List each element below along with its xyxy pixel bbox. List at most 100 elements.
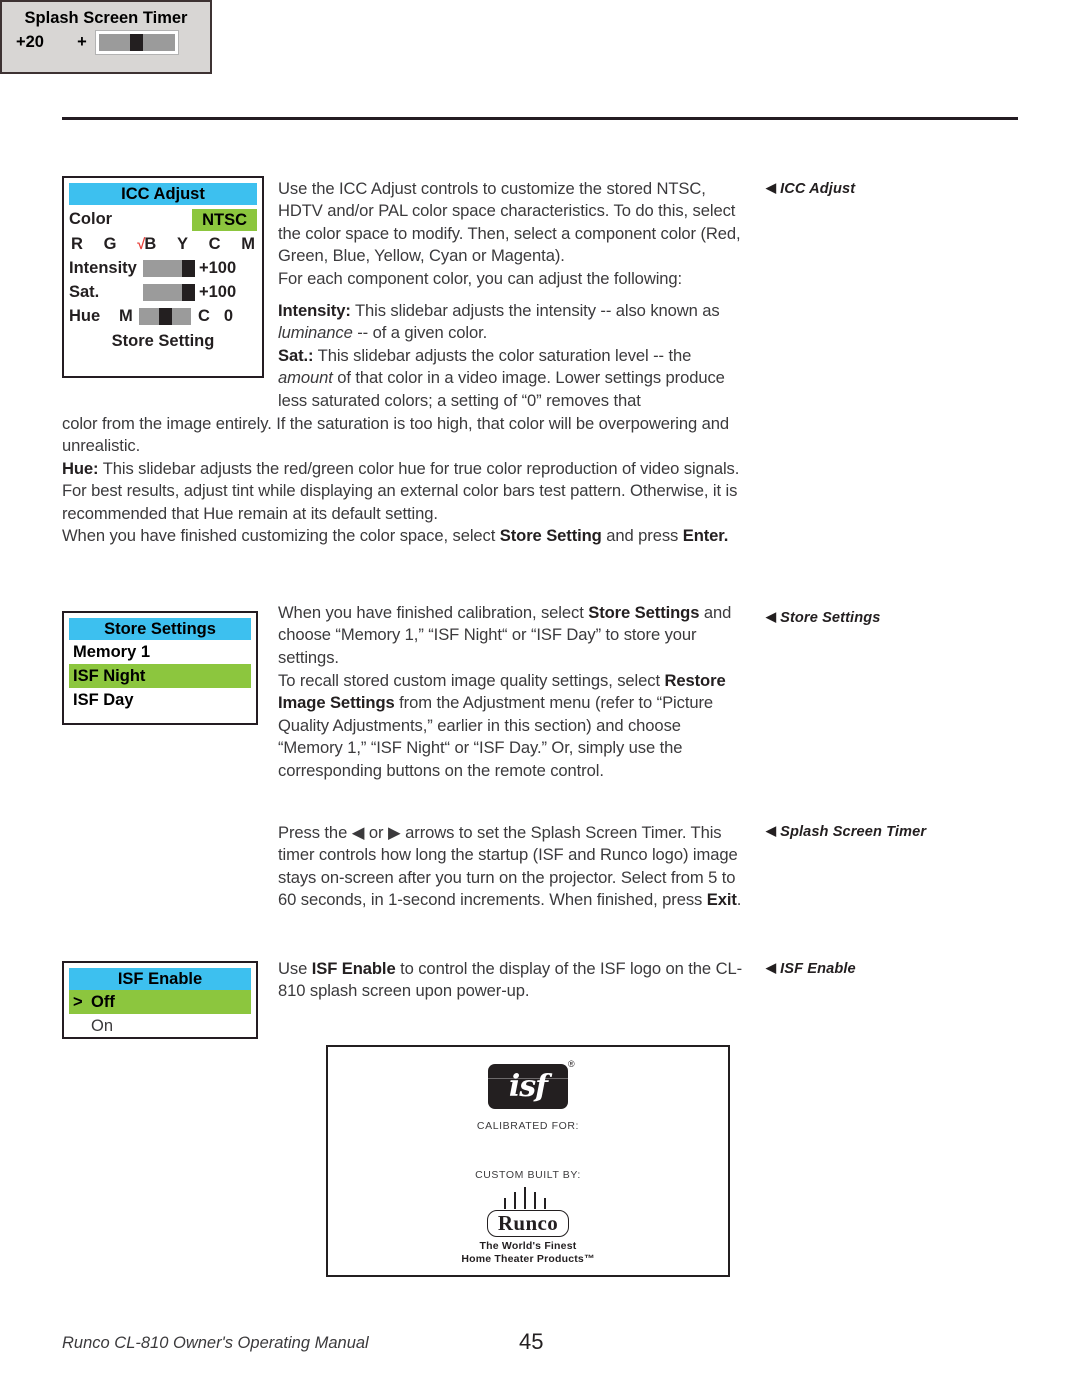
isf-logo-icon: isf [488,1064,568,1109]
sat-term: Sat.: [278,346,314,365]
component-g[interactable]: G [104,235,117,254]
callout-icc-adjust: ◀ ICC Adjust [766,180,855,197]
component-b: B [144,234,157,253]
splash-screen-timer-row: +20 + [8,29,204,55]
callout-arrow-icon: ◀ [766,960,777,975]
saturation-slider[interactable] [143,283,195,301]
splash-text-a: Press the [278,823,352,842]
icc-color-value[interactable]: NTSC [192,208,257,231]
store-settings-osd-menu: Store Settings Memory 1 ISF Night ISF Da… [62,611,258,725]
callout-store-settings-label: Store Settings [780,610,881,626]
store-settings-text-a: When you have finished calibration, sele… [278,603,589,622]
splash-text-or: or [364,823,388,842]
paragraph-icc-intro: Use the ICC Adjust controls to customize… [278,179,741,266]
sat-text-b: of that color in a video image. Lower se… [278,368,725,410]
saturation-label: Sat. [69,282,100,301]
footer-manual-title: Runco CL-810 Owner's Operating Manual [62,1334,369,1352]
runco-logo: Runco The World's Finest Home Theater Pr… [453,1187,603,1266]
callout-arrow-icon: ◀ [766,609,777,624]
callout-splash-screen-timer: ◀ Splash Screen Timer [766,823,927,840]
footer-page-number: 45 [519,1329,544,1354]
callout-isf-enable-label: ISF Enable [780,961,856,977]
icc-adjust-osd-menu: ICC Adjust Color NTSC R G √B Y C M Inten… [62,176,264,378]
isf-text-a: Use [278,959,312,978]
store-settings-title: Store Settings [69,618,251,640]
intensity-text-b: -- of a given color. [352,323,488,343]
saturation-slider-thumb[interactable] [182,283,195,301]
icc-saturation-row: Sat. +100 [69,280,257,304]
runco-tagline-line2: Home Theater Products™ [461,1253,595,1265]
callout-arrow-icon: ◀ [766,823,777,838]
isf-logo-text: isf [508,1069,548,1104]
splash-timer-plus[interactable]: + [68,30,96,54]
hue-slider[interactable] [139,307,191,325]
component-c[interactable]: C [209,235,221,254]
splash-timer-value: +20 [16,33,44,51]
paragraph-restore-image-settings: To recall stored custom image quality se… [278,670,748,782]
intensity-label: Intensity [69,258,137,277]
isf-enable-title: ISF Enable [69,968,251,990]
isf-enable-term: ISF Enable [311,959,396,978]
header-rule [62,117,1018,120]
registered-trademark-icon: ® [568,1059,575,1069]
callout-isf-enable: ◀ ISF Enable [766,960,856,977]
store-text-a: When you have finished customizing the c… [62,526,500,545]
hue-value: 0 [223,306,234,325]
isf-enable-osd-menu: ISF Enable > Off On [62,961,258,1039]
splash-timer-slider-thumb[interactable] [130,33,143,51]
intensity-slider[interactable] [143,259,195,277]
luminance-term: luminance [278,323,353,343]
hue-term: Hue: [62,459,99,478]
left-arrow-icon: ◀ [351,823,365,842]
intensity-slider-thumb[interactable] [182,259,195,277]
splash-screen-illustration: isf ® CALIBRATED FOR: CUSTOM BUILT BY: R… [326,1045,730,1277]
callout-splash-screen-timer-label: Splash Screen Timer [780,824,927,840]
splash-text-end: . [736,890,742,910]
hue-left-label: M [119,306,133,325]
exit-term: Exit [706,890,737,910]
intensity-term: Intensity: [278,301,351,320]
component-y[interactable]: Y [177,235,188,254]
amount-term: amount [278,368,333,388]
sat-text-a: This slidebar adjusts the color saturati… [313,346,692,365]
calibrated-for-label: CALIBRATED FOR: [476,1120,580,1132]
store-settings-item-isf-night[interactable]: ISF Night [69,664,251,688]
store-settings-item-memory1[interactable]: Memory 1 [69,640,251,664]
component-b-selected[interactable]: √B [137,235,156,254]
store-settings-item-isf-day[interactable]: ISF Day [69,688,251,712]
runco-wordmark: Runco [486,1210,570,1237]
paragraph-splash-timer: Press the ◀ or ▶ arrows to set the Splas… [278,822,748,912]
paragraph-store-settings: When you have finished calibration, sele… [278,602,748,669]
paragraph-intensity: Intensity: This slidebar adjusts the int… [278,300,748,345]
icc-color-row: Color NTSC [69,207,257,232]
paragraph-saturation-part2: color from the image entirely. If the sa… [62,414,729,456]
runco-rays-icon [498,1187,558,1209]
isf-enable-off-label: Off [91,993,115,1011]
icc-hue-row: Hue M C 0 [69,304,257,328]
hue-right-label: C [198,306,210,325]
intensity-value: +100 [199,258,237,277]
component-r[interactable]: R [71,235,83,254]
splash-screen-timer-title: Splash Screen Timer [24,9,188,27]
store-settings-term: Store Settings [588,603,700,622]
paragraph-saturation-part1: Sat.: This slidebar adjusts the color sa… [278,345,748,412]
isf-enable-item-on[interactable]: On [69,1014,251,1038]
manual-page: ICC Adjust Color NTSC R G √B Y C M Inten… [0,0,1080,1397]
splash-screen-timer-osd-menu: Splash Screen Timer +20 + [0,0,212,74]
enter-term: Enter. [682,526,729,545]
hue-text: This slidebar adjusts the red/green colo… [62,459,740,523]
component-m[interactable]: M [241,235,255,254]
isf-enable-item-off[interactable]: > Off [69,990,251,1014]
paragraph-for-each-component: For each component color, you can adjust… [278,269,683,288]
intensity-text-a: This slidebar adjusts the intensity -- a… [350,301,720,320]
cursor-icon: > [73,993,83,1011]
custom-built-by-label: CUSTOM BUILT BY: [475,1169,581,1181]
icc-color-label: Color [69,210,113,228]
icc-component-letters: R G √B Y C M [69,232,257,256]
splash-timer-slider[interactable] [95,29,179,55]
restore-text-a: To recall stored custom image quality se… [278,671,665,690]
hue-slider-thumb[interactable] [159,307,172,325]
callout-store-settings: ◀ Store Settings [766,609,881,626]
icc-store-setting-item[interactable]: Store Setting [69,329,257,353]
paragraph-hue: Hue: This slidebar adjusts the red/green… [62,458,748,525]
